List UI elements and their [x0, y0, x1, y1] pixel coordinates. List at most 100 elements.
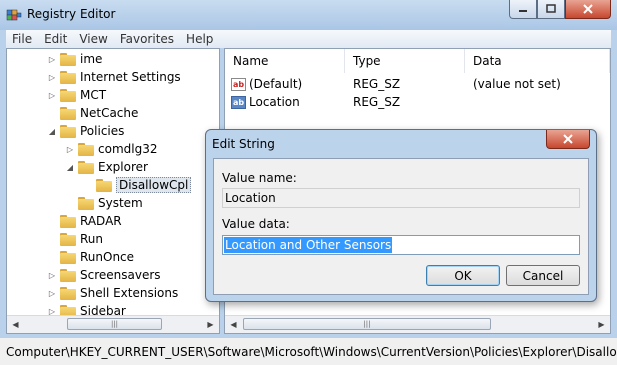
tree-node-label: MCT	[80, 88, 107, 102]
menu-bar: File Edit View Favorites Help	[6, 30, 611, 48]
scroll-right-arrow-icon[interactable]: ▶	[202, 316, 219, 333]
tree-node-label: RADAR	[80, 214, 122, 228]
scrollbar-thumb[interactable]: |||	[67, 318, 162, 330]
expand-arrow-icon[interactable]: ▷	[47, 288, 57, 298]
tree-node-label: comdlg32	[98, 142, 158, 156]
collapse-arrow-icon[interactable]: ◢	[65, 162, 75, 172]
value-name-label: Value name:	[222, 171, 297, 185]
tree-node[interactable]: RADAR	[47, 212, 122, 230]
list-item[interactable]: ab (Default) REG_SZ (value not set)	[225, 75, 610, 93]
tree-node[interactable]: ▷ Shell Extensions	[47, 284, 178, 302]
tree-node[interactable]: RunOnce	[47, 248, 134, 266]
value-type: REG_SZ	[353, 95, 401, 109]
scroll-left-arrow-icon[interactable]: ◀	[225, 316, 242, 333]
menu-help[interactable]: Help	[180, 32, 219, 46]
tree-node[interactable]: ◢ Policies	[47, 122, 124, 140]
status-bar: Computer\HKEY_CURRENT_USER\Software\Micr…	[0, 337, 617, 365]
registry-editor-icon	[6, 9, 22, 21]
tree-node-label: ime	[80, 52, 103, 66]
cancel-button[interactable]: Cancel	[506, 265, 580, 286]
expand-arrow-icon[interactable]: ▷	[47, 270, 57, 280]
list-item[interactable]: ab Location REG_SZ	[225, 93, 610, 111]
tree-node[interactable]: ▷ Internet Settings	[47, 68, 181, 86]
tree-node[interactable]: DisallowCpl	[83, 176, 192, 194]
value-data-selected-text: Location and Other Sensors	[224, 237, 393, 253]
menu-favorites[interactable]: Favorites	[114, 32, 180, 46]
folder-icon	[60, 88, 76, 102]
no-children-spacer	[47, 234, 57, 244]
column-header-type[interactable]: Type	[345, 49, 465, 73]
tree-node-label: Policies	[80, 124, 125, 138]
tree-horizontal-scrollbar[interactable]: ◀ ||| ▶	[7, 315, 219, 333]
dialog-title: Edit String	[212, 137, 275, 151]
expand-arrow-icon[interactable]: ▷	[47, 54, 57, 64]
folder-icon	[60, 52, 76, 66]
close-button[interactable]	[565, 0, 611, 19]
no-children-spacer	[47, 216, 57, 226]
tree-node[interactable]: ◢ Explorer	[65, 158, 148, 176]
folder-icon	[60, 286, 76, 300]
folder-icon	[78, 196, 94, 210]
folder-icon	[78, 142, 94, 156]
close-icon	[583, 4, 593, 14]
ok-button[interactable]: OK	[426, 265, 500, 286]
window-title: Registry Editor	[27, 7, 116, 21]
tree-node-label: NetCache	[80, 106, 139, 120]
tree-node[interactable]: NetCache	[47, 104, 138, 122]
column-header-data[interactable]: Data	[465, 49, 610, 73]
string-value-icon: ab	[231, 77, 246, 91]
dialog-body: Value name: Location Value data: Locatio…	[213, 158, 589, 295]
tree-node-label: DisallowCpl	[116, 177, 192, 193]
tree-node-label: RunOnce	[80, 250, 135, 264]
tree-node-label: Explorer	[98, 160, 148, 174]
scroll-right-arrow-icon[interactable]: ▶	[593, 316, 610, 333]
collapse-arrow-icon[interactable]: ◢	[47, 126, 57, 136]
key-tree[interactable]: ▷ ime ▷ Internet Settings ▷ MCT NetCache ◢ Polic…	[6, 48, 220, 334]
value-data-input[interactable]: Location and Other Sensors	[222, 235, 580, 255]
close-icon	[563, 134, 573, 144]
menu-edit[interactable]: Edit	[38, 32, 73, 46]
value-type: REG_SZ	[353, 77, 401, 91]
string-value-icon: ab	[231, 95, 246, 109]
minimize-button[interactable]	[509, 0, 537, 19]
tree-node-label: Internet Settings	[80, 70, 181, 84]
tree-node[interactable]: ▷ MCT	[47, 86, 106, 104]
tree-node[interactable]: ▷ ime	[47, 50, 102, 68]
minimize-icon	[519, 10, 527, 12]
maximize-button[interactable]	[537, 0, 565, 19]
tree-node-label: Run	[80, 232, 104, 246]
value-data-label: Value data:	[222, 217, 290, 231]
title-bar[interactable]: Registry Editor	[0, 0, 617, 30]
dialog-close-button[interactable]	[546, 130, 590, 149]
tree-node[interactable]: ▷ comdlg32	[65, 140, 158, 158]
expand-arrow-icon[interactable]: ▷	[65, 144, 75, 154]
list-horizontal-scrollbar[interactable]: ◀ ||| ▶	[225, 315, 610, 333]
tree-node[interactable]: ▷ Screensavers	[47, 266, 161, 284]
tree-node[interactable]: Run	[47, 230, 103, 248]
edit-string-dialog: Edit String Value name: Location Value d…	[205, 129, 597, 302]
folder-icon	[60, 70, 76, 84]
scroll-left-arrow-icon[interactable]: ◀	[7, 316, 24, 333]
tree-node[interactable]: System	[65, 194, 143, 212]
column-header-name[interactable]: Name	[225, 49, 345, 73]
tree-node-label: Shell Extensions	[80, 286, 179, 300]
menu-view[interactable]: View	[73, 32, 113, 46]
scrollbar-thumb[interactable]: |||	[243, 318, 491, 330]
value-name-field: Location	[222, 188, 580, 208]
tree-node-label: System	[98, 196, 143, 210]
folder-icon	[60, 268, 76, 282]
value-name: Location	[249, 95, 300, 109]
no-children-spacer	[47, 108, 57, 118]
tree-node-label: Screensavers	[80, 268, 161, 282]
folder-icon	[60, 250, 76, 264]
value-name: (Default)	[249, 77, 303, 91]
expand-arrow-icon[interactable]: ▷	[47, 90, 57, 100]
registry-editor-window: Registry Editor File Edit View Favorites…	[0, 0, 617, 365]
no-children-spacer	[65, 198, 75, 208]
caption-buttons	[509, 0, 611, 20]
menu-file[interactable]: File	[6, 32, 38, 46]
maximize-icon	[546, 4, 556, 13]
expand-arrow-icon[interactable]: ▷	[47, 72, 57, 82]
folder-icon	[60, 106, 76, 120]
value-data: (value not set)	[473, 77, 561, 91]
